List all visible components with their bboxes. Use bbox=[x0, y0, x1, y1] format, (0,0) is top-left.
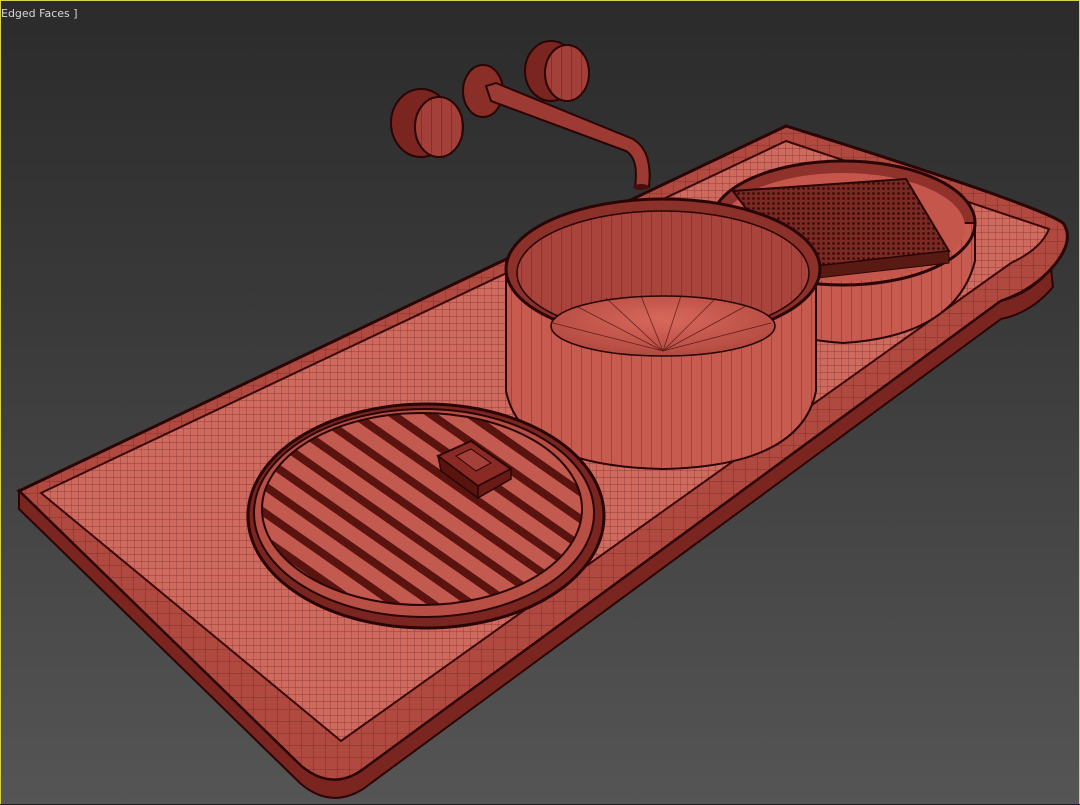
scene-canvas[interactable] bbox=[1, 1, 1080, 805]
vessel-sink[interactable] bbox=[504, 197, 822, 471]
viewport-perspective[interactable]: Edged Faces ] bbox=[0, 0, 1080, 804]
faucet-handle-left[interactable] bbox=[390, 88, 464, 158]
ribbed-lid[interactable] bbox=[261, 412, 583, 606]
faucet[interactable] bbox=[390, 40, 651, 190]
round-soap-bowl[interactable] bbox=[246, 402, 606, 630]
faucet-handle-right[interactable] bbox=[524, 40, 590, 102]
